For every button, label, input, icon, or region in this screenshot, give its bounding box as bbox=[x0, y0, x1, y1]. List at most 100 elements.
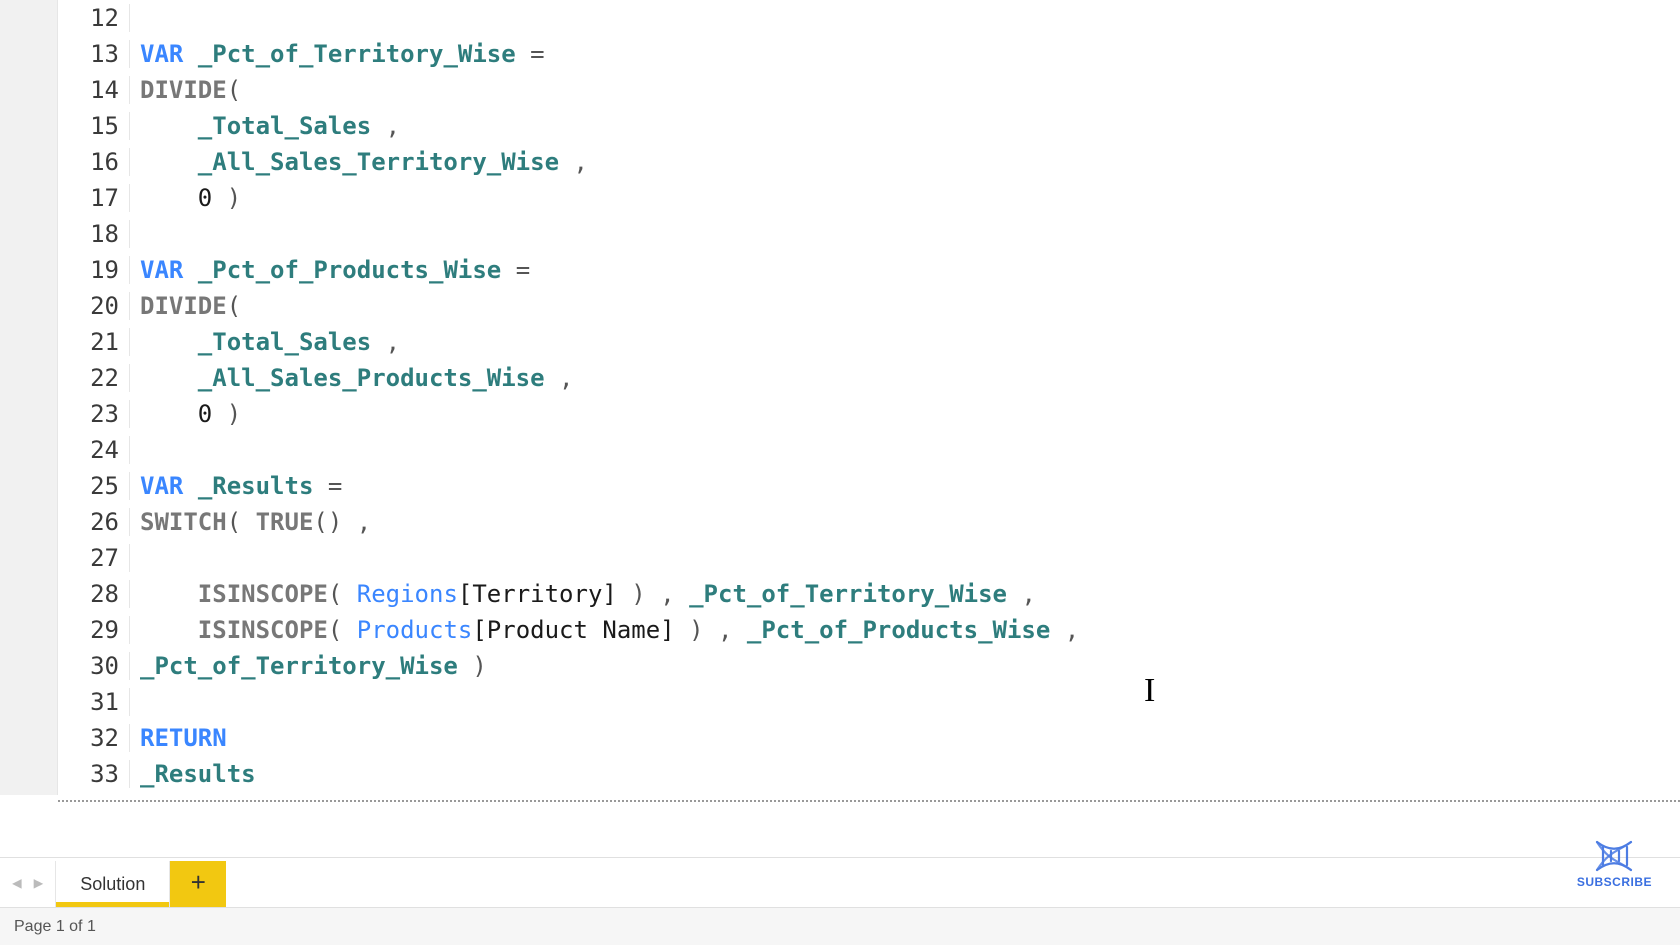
line-number: 31 bbox=[58, 688, 130, 716]
code-token: _All_Sales_Products_Wise bbox=[198, 364, 545, 392]
code-token: ISINSCOPE bbox=[198, 616, 328, 644]
line-number: 25 bbox=[58, 472, 130, 500]
code-token: ( bbox=[227, 508, 256, 536]
code-token: ) bbox=[227, 400, 241, 428]
line-number: 17 bbox=[58, 184, 130, 212]
line-content[interactable]: _All_Sales_Products_Wise , bbox=[130, 364, 573, 392]
code-lines-container: 1213VAR _Pct_of_Territory_Wise =14DIVIDE… bbox=[58, 0, 1680, 792]
code-line[interactable]: 28 ISINSCOPE( Regions[Territory] ) , _Pc… bbox=[58, 576, 1680, 612]
code-token bbox=[140, 400, 198, 428]
code-token: , bbox=[573, 148, 587, 176]
code-token bbox=[313, 472, 327, 500]
code-token: , bbox=[1007, 580, 1036, 608]
code-line[interactable]: 26SWITCH( TRUE() , bbox=[58, 504, 1680, 540]
code-token bbox=[183, 256, 197, 284]
code-line[interactable]: 30_Pct_of_Territory_Wise ) bbox=[58, 648, 1680, 684]
line-content[interactable]: _All_Sales_Territory_Wise , bbox=[130, 148, 588, 176]
line-content[interactable]: VAR _Pct_of_Territory_Wise = bbox=[130, 40, 545, 68]
line-content[interactable]: _Total_Sales , bbox=[130, 328, 400, 356]
code-line[interactable]: 15 _Total_Sales , bbox=[58, 108, 1680, 144]
code-line[interactable]: 14DIVIDE( bbox=[58, 72, 1680, 108]
code-line[interactable]: 31 bbox=[58, 684, 1680, 720]
code-token: ) bbox=[227, 184, 241, 212]
line-content[interactable]: ISINSCOPE( Regions[Territory] ) , _Pct_o… bbox=[130, 580, 1036, 608]
code-token: , bbox=[386, 112, 400, 140]
code-line[interactable]: 32RETURN bbox=[58, 720, 1680, 756]
line-content[interactable]: RETURN bbox=[130, 724, 227, 752]
code-token bbox=[140, 364, 198, 392]
tab-solution[interactable]: Solution bbox=[55, 861, 170, 907]
code-line[interactable]: 24 bbox=[58, 432, 1680, 468]
line-number: 33 bbox=[58, 760, 130, 788]
code-line[interactable]: 18 bbox=[58, 216, 1680, 252]
code-line[interactable]: 33_Results bbox=[58, 756, 1680, 792]
line-content[interactable]: DIVIDE( bbox=[130, 76, 241, 104]
line-number: 30 bbox=[58, 652, 130, 680]
tab-next-button[interactable]: ▶ bbox=[30, 869, 48, 897]
line-content[interactable]: DIVIDE( bbox=[130, 292, 241, 320]
code-line[interactable]: 27 bbox=[58, 540, 1680, 576]
code-line[interactable]: 22 _All_Sales_Products_Wise , bbox=[58, 360, 1680, 396]
status-bar: Page 1 of 1 bbox=[0, 907, 1680, 945]
line-content[interactable]: VAR _Results = bbox=[130, 472, 342, 500]
code-line[interactable]: 20DIVIDE( bbox=[58, 288, 1680, 324]
line-content[interactable]: VAR _Pct_of_Products_Wise = bbox=[130, 256, 530, 284]
code-token: ISINSCOPE bbox=[198, 580, 328, 608]
formula-editor[interactable]: 1213VAR _Pct_of_Territory_Wise =14DIVIDE… bbox=[58, 0, 1680, 795]
code-token bbox=[183, 472, 197, 500]
line-content[interactable]: ISINSCOPE( Products[Product Name] ) , _P… bbox=[130, 616, 1079, 644]
line-number: 13 bbox=[58, 40, 130, 68]
line-number: 28 bbox=[58, 580, 130, 608]
line-content[interactable]: 0 ) bbox=[130, 400, 241, 428]
code-line[interactable]: 13VAR _Pct_of_Territory_Wise = bbox=[58, 36, 1680, 72]
line-number: 23 bbox=[58, 400, 130, 428]
tab-label: Solution bbox=[80, 874, 145, 895]
code-token: Products bbox=[357, 616, 473, 644]
code-line[interactable]: 19VAR _Pct_of_Products_Wise = bbox=[58, 252, 1680, 288]
tab-nav-group: ◀ ▶ bbox=[0, 858, 55, 907]
line-content[interactable]: 0 ) bbox=[130, 184, 241, 212]
line-number: 22 bbox=[58, 364, 130, 392]
code-token bbox=[140, 184, 198, 212]
line-content[interactable]: SWITCH( TRUE() , bbox=[130, 508, 371, 536]
tab-prev-button[interactable]: ◀ bbox=[8, 869, 26, 897]
subscribe-label: SUBSCRIBE bbox=[1577, 875, 1652, 889]
code-line[interactable]: 23 0 ) bbox=[58, 396, 1680, 432]
code-token: [Territory] bbox=[458, 580, 617, 608]
panel-resize-divider[interactable] bbox=[58, 800, 1680, 802]
add-page-button[interactable]: + bbox=[170, 861, 226, 907]
line-content[interactable]: _Total_Sales , bbox=[130, 112, 400, 140]
line-number: 18 bbox=[58, 220, 130, 248]
code-line[interactable]: 16 _All_Sales_Territory_Wise , bbox=[58, 144, 1680, 180]
code-line[interactable]: 12 bbox=[58, 0, 1680, 36]
line-number: 21 bbox=[58, 328, 130, 356]
code-token bbox=[371, 328, 385, 356]
text-cursor-ibeam: I bbox=[1144, 672, 1155, 710]
left-gutter-margin bbox=[0, 0, 58, 795]
code-token: _Results bbox=[198, 472, 314, 500]
code-line[interactable]: 21 _Total_Sales , bbox=[58, 324, 1680, 360]
code-token: DIVIDE bbox=[140, 76, 227, 104]
line-number: 27 bbox=[58, 544, 130, 572]
code-token: _Pct_of_Territory_Wise bbox=[140, 652, 458, 680]
code-token bbox=[516, 40, 530, 68]
code-token: SWITCH bbox=[140, 508, 227, 536]
line-number: 16 bbox=[58, 148, 130, 176]
code-token: ) , bbox=[617, 580, 689, 608]
code-token: _Total_Sales bbox=[198, 112, 371, 140]
subscribe-watermark: SUBSCRIBE bbox=[1577, 839, 1652, 889]
code-token: VAR bbox=[140, 256, 183, 284]
line-content[interactable]: _Pct_of_Territory_Wise ) bbox=[130, 652, 487, 680]
code-token: () , bbox=[313, 508, 371, 536]
code-line[interactable]: 17 0 ) bbox=[58, 180, 1680, 216]
code-token: _Pct_of_Products_Wise bbox=[198, 256, 501, 284]
code-token: 0 bbox=[198, 400, 212, 428]
code-token bbox=[140, 580, 198, 608]
code-line[interactable]: 29 ISINSCOPE( Products[Product Name] ) ,… bbox=[58, 612, 1680, 648]
code-line[interactable]: 25VAR _Results = bbox=[58, 468, 1680, 504]
line-number: 12 bbox=[58, 4, 130, 32]
line-content[interactable]: _Results bbox=[130, 760, 256, 788]
code-token: DIVIDE bbox=[140, 292, 227, 320]
line-number: 15 bbox=[58, 112, 130, 140]
code-token bbox=[501, 256, 515, 284]
